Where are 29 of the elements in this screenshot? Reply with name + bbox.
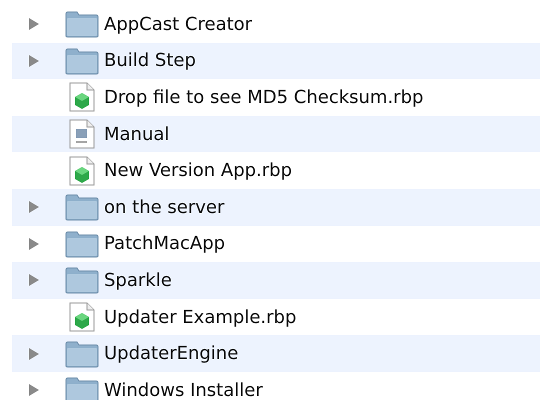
- file-name[interactable]: on the server: [104, 196, 224, 218]
- file-icon: [69, 302, 95, 332]
- file-name[interactable]: AppCast Creator: [104, 14, 252, 35]
- folder-icon: [65, 10, 99, 38]
- file-name[interactable]: PatchMacApp: [104, 233, 226, 254]
- file-name[interactable]: Build Step: [104, 50, 196, 72]
- disclosure-triangle-icon[interactable]: [28, 383, 40, 398]
- disclosure-triangle-icon[interactable]: [28, 17, 40, 32]
- file-name[interactable]: Updater Example.rbp: [104, 306, 296, 328]
- file-name[interactable]: New Version App.rbp: [104, 160, 292, 182]
- disclosure-triangle-icon[interactable]: [28, 200, 40, 214]
- file-icon: [69, 82, 95, 112]
- disclosure-triangle-icon[interactable]: [28, 346, 40, 361]
- file-name[interactable]: Drop file to see MD5 Checksum.rbp: [104, 86, 424, 108]
- disclosure-triangle-icon[interactable]: [28, 236, 40, 251]
- file-name[interactable]: Manual: [104, 124, 170, 145]
- disclosure-triangle-icon[interactable]: [28, 54, 40, 68]
- file-icon: [69, 156, 95, 186]
- file-name[interactable]: UpdaterEngine: [104, 343, 238, 364]
- folder-icon: [65, 193, 99, 222]
- file-name[interactable]: Windows Installer: [104, 380, 263, 400]
- file-name[interactable]: Sparkle: [104, 270, 172, 291]
- document-icon: [69, 119, 95, 150]
- folder-icon: [65, 46, 99, 75]
- folder-icon: [65, 230, 99, 258]
- disclosure-triangle-icon[interactable]: [28, 273, 40, 288]
- folder-icon: [65, 376, 99, 400]
- folder-icon: [65, 340, 99, 368]
- folder-icon: [65, 266, 99, 294]
